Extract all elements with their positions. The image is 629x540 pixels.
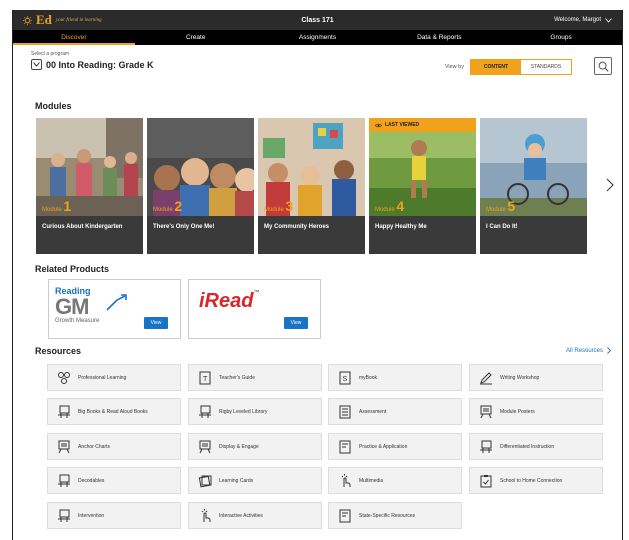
resource-multimedia[interactable]: Multimedia: [328, 467, 462, 494]
module-card-1[interactable]: Module 1 Curious About Kindergarten: [36, 118, 143, 254]
module-card-2[interactable]: Module 2 There's Only One Me!: [147, 118, 254, 254]
program-bar: Select a program 00 Into Reading: Grade …: [13, 45, 622, 75]
main-nav: Discover Create Assignments Data & Repor…: [13, 30, 622, 45]
resource-rigby-library[interactable]: Rigby Leveled Library: [188, 398, 322, 425]
tap-icon: [197, 508, 213, 524]
module-title: Curious About Kindergarten: [36, 216, 143, 254]
tab-discover[interactable]: Discover: [13, 30, 135, 45]
class-title: Class 171: [301, 16, 334, 24]
program-select[interactable]: 00 Into Reading: Grade K: [31, 59, 154, 70]
app-window: Ed your friend in learning Class 171 Wel…: [12, 10, 623, 540]
chevron-down-icon: [31, 59, 42, 70]
view-by-label: View by: [444, 64, 464, 70]
module-number: Module 3: [264, 198, 294, 214]
search-icon: [598, 61, 609, 72]
resource-differentiated-instruction[interactable]: Differentiated Instruction: [469, 433, 603, 460]
resource-interactive-activities[interactable]: Interactive Activities: [188, 502, 322, 529]
resource-anchor-charts[interactable]: Anchor Charts: [47, 433, 181, 460]
decodable-book-icon: [56, 473, 72, 489]
module-number: Module 4: [375, 198, 405, 214]
logo-tagline: your friend in learning: [55, 17, 102, 23]
resource-mybook[interactable]: S myBook: [328, 364, 462, 391]
view-by-toggle: View by CONTENT STANDARDS: [445, 59, 572, 75]
cards-icon: [197, 473, 213, 489]
resource-decodables[interactable]: Decodables: [47, 467, 181, 494]
tab-groups[interactable]: Groups: [500, 30, 622, 45]
logo-text: Ed: [36, 12, 52, 27]
intervention-book-icon: [56, 508, 72, 524]
resource-intervention[interactable]: Intervention: [47, 502, 181, 529]
teacher-guide-icon: T: [197, 370, 213, 386]
resource-assessment[interactable]: Assessment: [328, 398, 462, 425]
library-icon: [197, 404, 213, 420]
module-title: My Community Heroes: [258, 216, 365, 254]
modules-heading: Modules: [35, 101, 72, 111]
checklist-icon: [337, 404, 353, 420]
eye-icon: [375, 123, 382, 127]
pencil-icon: [478, 370, 494, 386]
resource-module-posters[interactable]: Module Posters: [469, 398, 603, 425]
chart-easel-icon: [56, 439, 72, 455]
welcome-text: Welcome, Margot: [554, 17, 601, 23]
program-name: 00 Into Reading: Grade K: [46, 59, 154, 70]
svg-text:S: S: [343, 376, 348, 383]
user-menu[interactable]: Welcome, Margot: [554, 17, 612, 23]
module-title: Happy Healthy Me: [369, 216, 476, 254]
sun-icon: [23, 15, 32, 25]
resource-school-home[interactable]: School to Home Connection: [469, 467, 603, 494]
touch-icon: [337, 473, 353, 489]
view-button[interactable]: View: [284, 317, 308, 329]
books-icon: [56, 404, 72, 420]
view-button[interactable]: View: [144, 317, 168, 329]
resource-teachers-guide[interactable]: T Teacher's Guide: [188, 364, 322, 391]
module-card-5[interactable]: Module 5 I Can Do It!: [480, 118, 587, 254]
module-card-3[interactable]: Module 3 My Community Heroes: [258, 118, 365, 254]
product-card-iread[interactable]: iRead ™ View: [188, 279, 321, 339]
easel-icon: [478, 404, 494, 420]
product-card-growth-measure[interactable]: Reading GM Growth Measure View: [48, 279, 181, 339]
tab-create[interactable]: Create: [135, 30, 257, 45]
module-number: Module 2: [153, 198, 183, 214]
ed-logo[interactable]: Ed your friend in learning: [23, 12, 102, 28]
growth-arrow-icon: [106, 294, 127, 311]
search-button[interactable]: [594, 57, 612, 75]
display-icon: [197, 439, 213, 455]
module-title: I Can Do It!: [480, 216, 587, 254]
top-bar: Ed your friend in learning Class 171 Wel…: [13, 10, 622, 30]
module-card-4[interactable]: LAST VIEWED Module 4 Happy Healthy Me: [369, 118, 476, 254]
state-doc-icon: [337, 508, 353, 524]
clipboard-check-icon: [478, 473, 494, 489]
tab-assignments[interactable]: Assignments: [257, 30, 379, 45]
all-resources-link[interactable]: All Resources: [566, 347, 611, 354]
module-number: Module 5: [486, 198, 516, 214]
modules-carousel: Module 1 Curious About Kindergarten Modu…: [36, 118, 592, 254]
last-viewed-badge: LAST VIEWED: [369, 118, 476, 132]
chevron-right-icon: [606, 178, 614, 192]
tab-data-reports[interactable]: Data & Reports: [378, 30, 500, 45]
resource-practice-application[interactable]: Practice & Application: [328, 433, 462, 460]
svg-text:T: T: [203, 376, 208, 383]
resource-state-specific[interactable]: State-Specific Resources: [328, 502, 462, 529]
view-by-segments: CONTENT STANDARDS: [470, 59, 572, 75]
module-title: There's Only One Me!: [147, 216, 254, 254]
module-number: Module 1: [42, 198, 72, 214]
standards-toggle-button[interactable]: STANDARDS: [521, 60, 571, 74]
resource-learning-cards[interactable]: Learning Cards: [188, 467, 322, 494]
resources-heading: Resources: [35, 346, 82, 356]
resource-writing-workshop[interactable]: Writing Workshop: [469, 364, 603, 391]
resource-big-books[interactable]: Big Books & Read Aloud Books: [47, 398, 181, 425]
differentiated-icon: [478, 439, 494, 455]
book-icon: S: [337, 370, 353, 386]
chevron-right-icon: [607, 347, 611, 354]
iread-logo: iRead ™: [199, 290, 260, 312]
people-network-icon: [56, 370, 72, 386]
resource-professional-learning[interactable]: Professional Learning: [47, 364, 181, 391]
content-toggle-button[interactable]: CONTENT: [471, 60, 521, 74]
worksheet-icon: [337, 439, 353, 455]
related-products-heading: Related Products: [35, 264, 110, 274]
resource-display-engage[interactable]: Display & Engage: [188, 433, 322, 460]
chevron-down-icon: [605, 17, 612, 23]
program-label: Select a program: [31, 51, 70, 57]
carousel-next-button[interactable]: [606, 178, 614, 197]
